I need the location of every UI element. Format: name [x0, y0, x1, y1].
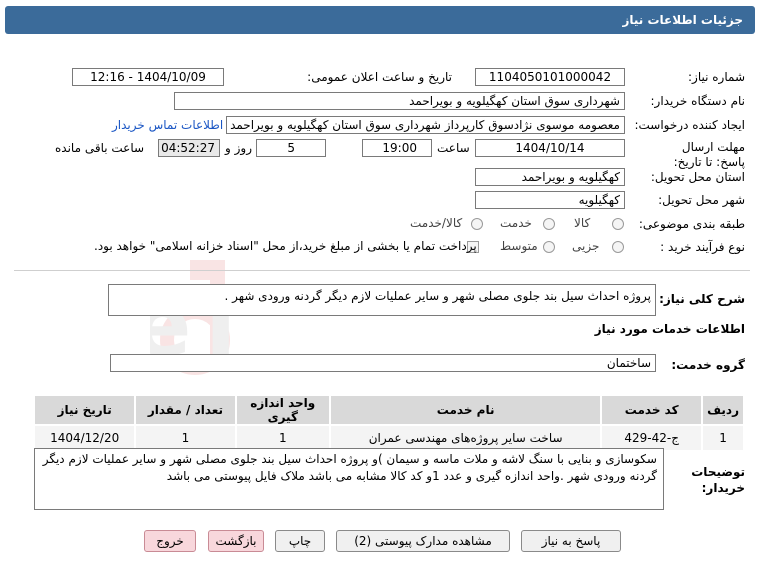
deadline-label: مهلت ارسال پاسخ: تا تاریخ:: [673, 140, 745, 169]
category-label: طبقه بندی موضوعی:: [638, 217, 745, 231]
deadline-date-field[interactable]: 1404/10/14: [475, 139, 625, 157]
category-goods-radio[interactable]: [612, 218, 624, 230]
buyer-notes-label: توضیحات خریدار:: [691, 465, 745, 495]
table-header-row: ردیف کد خدمت نام خدمت واحد اندازه گیری ت…: [32, 394, 745, 426]
need-number-field[interactable]: 1104050101000042: [475, 68, 625, 86]
col-row: ردیف: [701, 394, 745, 426]
service-group-label: گروه خدمت:: [671, 358, 745, 372]
col-unit: واحد اندازه گیری: [234, 394, 331, 426]
buyer-org-field[interactable]: شهرداری سوق استان کهگیلویه و بویراحمد: [174, 92, 625, 110]
province-label: استان محل تحویل:: [650, 170, 745, 184]
divider: [14, 270, 750, 271]
col-quantity: تعداد / مقدار: [134, 394, 237, 426]
process-minor-radio[interactable]: [612, 241, 624, 253]
col-date: تاریخ نیاز: [32, 394, 137, 426]
announce-label: تاریخ و ساعت اعلان عمومی:: [307, 70, 452, 84]
category-service-label: خدمت: [500, 216, 532, 230]
province-field[interactable]: کهگیلویه و بویراحمد: [475, 168, 625, 186]
service-group-field[interactable]: ساختمان: [110, 354, 656, 372]
announce-datetime-field[interactable]: 1404/10/09 - 12:16: [72, 68, 224, 86]
city-label: شهر محل تحویل:: [658, 193, 745, 207]
cell-row: 1: [701, 424, 745, 452]
category-goods-label: کالا: [574, 216, 591, 230]
back-button[interactable]: بازگشت: [208, 530, 264, 552]
process-medium-radio[interactable]: [543, 241, 555, 253]
services-section-title: اطلاعات خدمات مورد نیاز: [594, 322, 745, 336]
remaining-time-label: ساعت باقی مانده: [55, 141, 145, 155]
buyer-notes-field[interactable]: سکوسازی و بنایی با سنگ لاشه و ملات ماسه …: [34, 448, 664, 510]
header-bar: جزئیات اطلاعات نیاز: [0, 0, 761, 40]
page-title: جزئیات اطلاعات نیاز: [5, 6, 755, 34]
creator-field[interactable]: معصومه موسوی نژادسوق کارپرداز شهرداری سو…: [226, 116, 625, 134]
process-label: نوع فرآیند خرید :: [660, 240, 745, 254]
process-medium-label: متوسط: [500, 239, 538, 253]
days-label: روز و: [225, 141, 252, 155]
treasury-note: پرداخت تمام یا بخشی از مبلغ خرید،از محل …: [94, 239, 477, 253]
services-table: ردیف کد خدمت نام خدمت واحد اندازه گیری ت…: [32, 394, 745, 452]
city-field[interactable]: کهگیلویه: [475, 191, 625, 209]
need-number-label: شماره نیاز:: [688, 70, 745, 84]
summary-field[interactable]: پروژه احداث سیل بند جلوی مصلی شهر و سایر…: [108, 284, 656, 316]
col-name: نام خدمت: [328, 394, 603, 426]
category-goods-service-label: کالا/خدمت: [410, 216, 463, 230]
deadline-time-field[interactable]: 19:00: [362, 139, 432, 157]
process-minor-label: جزیی: [572, 239, 600, 253]
days-field[interactable]: 5: [256, 139, 326, 157]
view-attachments-button[interactable]: مشاهده مدارک پیوستی (2): [336, 530, 510, 552]
creator-label: ایجاد کننده درخواست:: [634, 118, 745, 132]
remaining-time-field: 04:52:27: [158, 139, 220, 157]
category-goods-service-radio[interactable]: [471, 218, 483, 230]
deadline-time-label: ساعت: [437, 141, 470, 155]
category-service-radio[interactable]: [543, 218, 555, 230]
buyer-org-label: نام دستگاه خریدار:: [650, 94, 746, 108]
summary-label: شرح کلی نیاز:: [659, 292, 745, 306]
col-code: کد خدمت: [600, 394, 704, 426]
reply-button[interactable]: پاسخ به نیاز: [521, 530, 621, 552]
buyer-contact-link[interactable]: اطلاعات تماس خریدار: [112, 118, 223, 132]
print-button[interactable]: چاپ: [275, 530, 325, 552]
exit-button[interactable]: خروج: [144, 530, 196, 552]
